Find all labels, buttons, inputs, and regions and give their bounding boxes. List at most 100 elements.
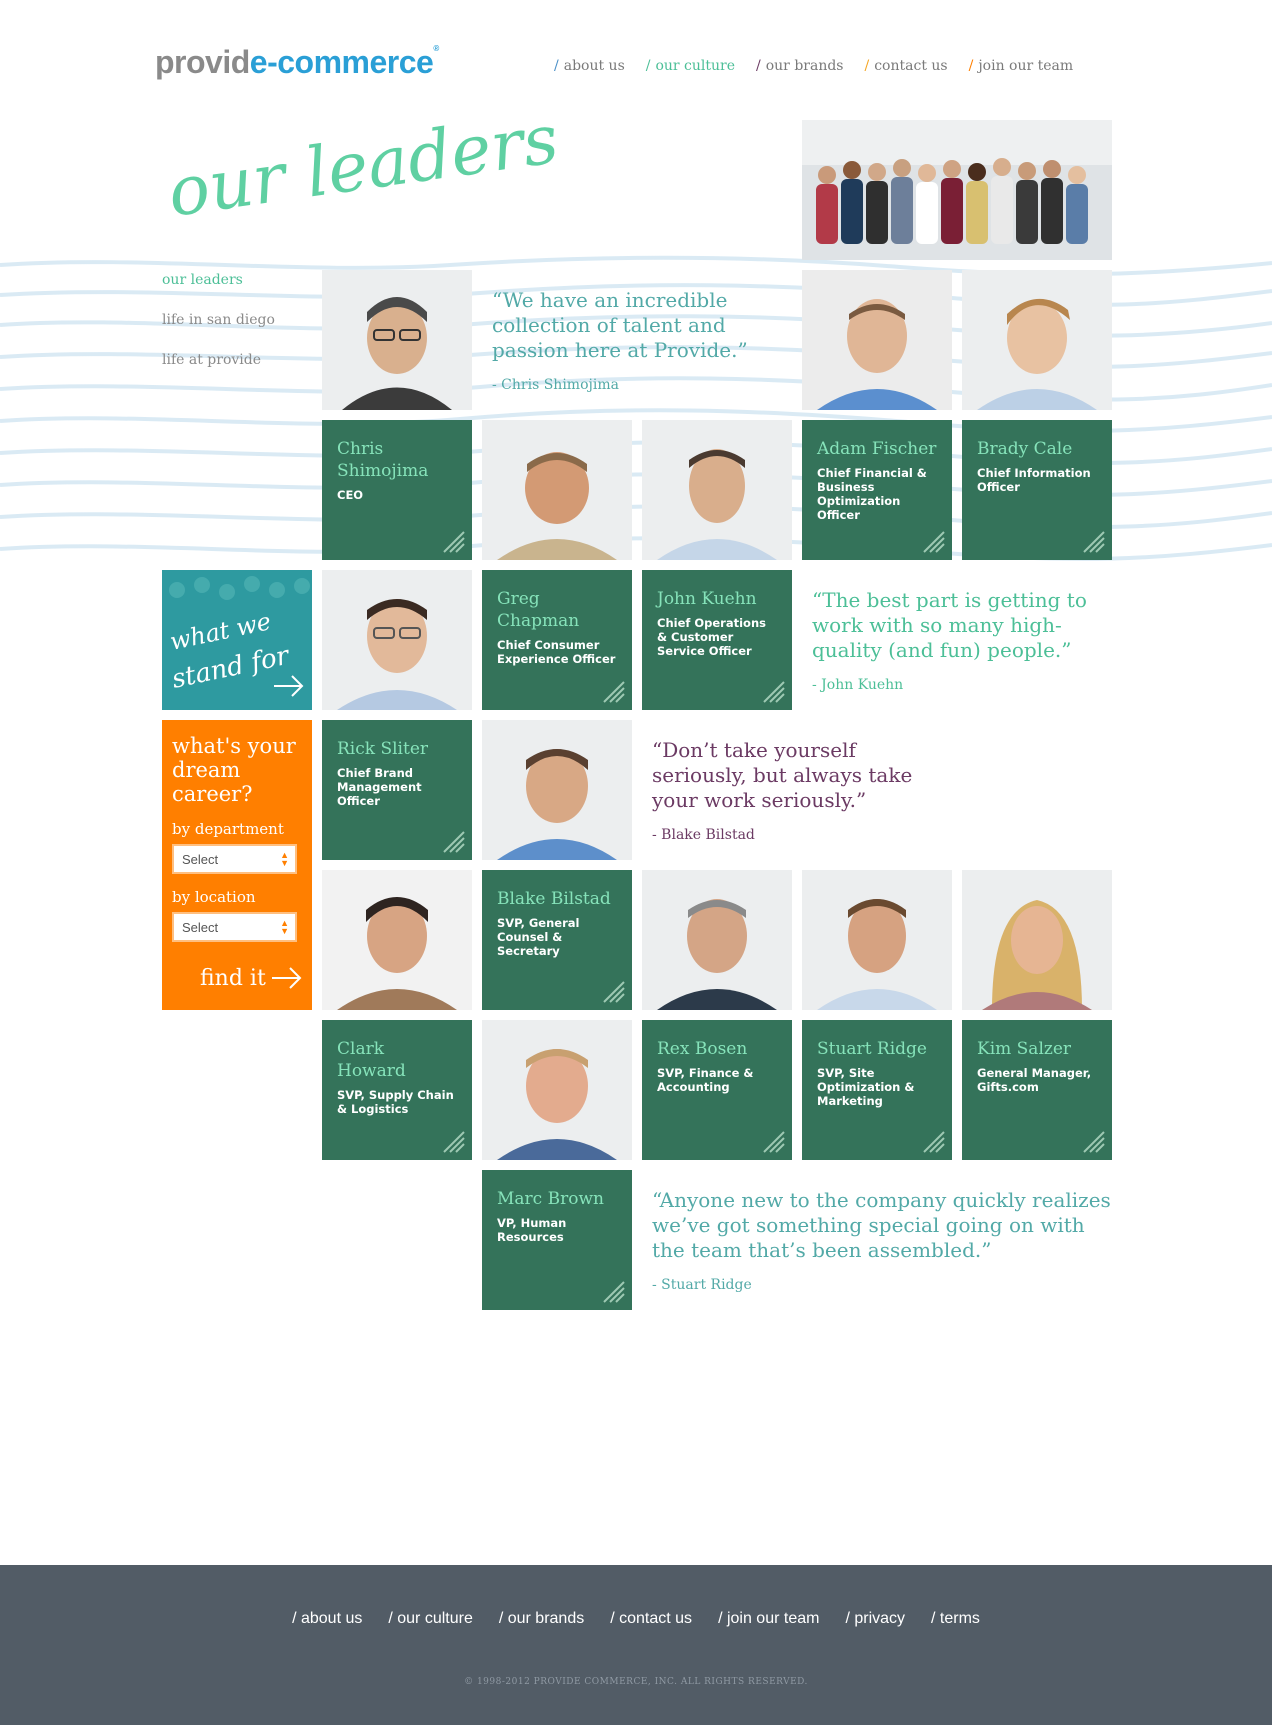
corner-stripes-icon <box>443 531 465 553</box>
leader-tile-john-kuehn[interactable]: John Kuehn Chief Operations & Customer S… <box>642 570 792 710</box>
photo-marc-brown[interactable] <box>482 1020 632 1160</box>
logo-text-part2: e-commerce <box>249 44 434 80</box>
find-it-button[interactable]: find it <box>200 965 302 991</box>
select-arrows-icon: ▲ ▼ <box>280 850 289 868</box>
leader-tile-rick-sliter[interactable]: Rick Sliter Chief Brand Management Offic… <box>322 720 472 860</box>
photo-greg-chapman[interactable] <box>482 420 632 560</box>
footer-link-privacy[interactable]: / privacy <box>845 1610 905 1628</box>
career-title: what's your dream career? <box>172 734 296 806</box>
nav-slash: / <box>554 58 559 74</box>
corner-stripes-icon <box>443 831 465 853</box>
leader-title: Chief Operations & Customer Service Offi… <box>657 616 766 658</box>
sub-nav-life-at-provide[interactable]: life at provide <box>162 352 275 368</box>
leader-name: Brady Cale <box>977 439 1073 459</box>
leader-name: Blake Bilstad <box>497 889 611 909</box>
sub-nav-our-leaders[interactable]: our leaders <box>162 272 275 288</box>
photo-adam-fischer[interactable] <box>802 270 952 410</box>
leader-tile-kim-salzer[interactable]: Kim Salzer General Manager, Gifts.com <box>962 1020 1112 1160</box>
photo-chris-shimojima[interactable] <box>322 270 472 410</box>
copyright: © 1998-2012 PROVIDE COMMERCE, INC. ALL R… <box>464 1677 808 1687</box>
photo-clark-howard[interactable] <box>322 870 472 1010</box>
nav-label: join our team <box>978 58 1074 74</box>
leader-name: Marc Brown <box>497 1189 604 1209</box>
quote-text: “The best part is getting to work with s… <box>812 588 1087 662</box>
quote-author: - Chris Shimojima <box>492 377 619 393</box>
photo-brady-cale[interactable] <box>962 270 1112 410</box>
leader-tile-chris-shimojima[interactable]: Chris Shimojima CEO <box>322 420 472 560</box>
nav-slash: / <box>756 58 761 74</box>
corner-stripes-icon <box>763 1131 785 1153</box>
leader-title: SVP, Site Optimization & Marketing <box>817 1066 915 1108</box>
footer-nav: / about us / our culture / our brands / … <box>0 1610 1272 1628</box>
find-it-label: find it <box>200 965 266 991</box>
location-label: by location <box>172 888 256 906</box>
photo-greg-chapman-2[interactable] <box>322 570 472 710</box>
top-nav: / about us / our culture / our brands / cont… <box>554 58 1073 74</box>
sub-nav-life-in-san-diego[interactable]: life in san diego <box>162 312 275 328</box>
corner-stripes-icon <box>603 981 625 1003</box>
leader-tile-stuart-ridge[interactable]: Stuart Ridge SVP, Site Optimization & Ma… <box>802 1020 952 1160</box>
top-nav-our-culture[interactable]: / our culture <box>646 58 735 74</box>
select-arrows-icon: ▲ ▼ <box>280 918 289 936</box>
department-select[interactable]: Select ▲ ▼ <box>172 844 297 874</box>
leader-title: Chief Financial & Business Optimization … <box>817 466 927 522</box>
arrow-right-icon <box>271 967 302 989</box>
leader-title: SVP, Supply Chain & Logistics <box>337 1088 454 1116</box>
top-nav-about-us[interactable]: / about us <box>554 58 625 74</box>
corner-stripes-icon <box>923 531 945 553</box>
quote-author: - Stuart Ridge <box>652 1277 752 1293</box>
photo-stuart-ridge[interactable] <box>802 870 952 1010</box>
footer: / about us / our culture / our brands / … <box>0 1565 1272 1725</box>
footer-link-our-culture[interactable]: / our culture <box>388 1610 472 1628</box>
page-headline: our leaders <box>168 118 563 233</box>
photo-kim-salzer[interactable] <box>962 870 1112 1010</box>
footer-link-contact-us[interactable]: / contact us <box>610 1610 692 1628</box>
logo[interactable]: provide-commerce® <box>155 44 439 84</box>
corner-stripes-icon <box>603 681 625 703</box>
leader-tile-marc-brown[interactable]: Marc Brown VP, Human Resources <box>482 1170 632 1310</box>
leader-title: General Manager, Gifts.com <box>977 1066 1092 1094</box>
photo-blake-bilstad[interactable] <box>482 720 632 860</box>
leader-tile-brady-cale[interactable]: Brady Cale Chief Information Officer <box>962 420 1112 560</box>
leader-name: Rex Bosen <box>657 1039 748 1059</box>
leader-name: Rick Sliter <box>337 739 429 759</box>
nav-label: our brands <box>765 58 844 74</box>
leader-name: John Kuehn <box>657 589 757 609</box>
footer-link-about-us[interactable]: / about us <box>292 1610 362 1628</box>
leader-title: VP, Human Resources <box>497 1216 567 1244</box>
footer-link-our-brands[interactable]: / our brands <box>499 1610 584 1628</box>
location-select[interactable]: Select ▲ ▼ <box>172 912 297 942</box>
leader-title: Chief Brand Management Officer <box>337 766 422 808</box>
quote-author: - Blake Bilstad <box>652 827 755 843</box>
top-nav-our-brands[interactable]: / our brands <box>756 58 843 74</box>
corner-stripes-icon <box>763 681 785 703</box>
leader-name: Stuart Ridge <box>817 1039 927 1059</box>
top-nav-join-our-team[interactable]: / join our team <box>969 58 1074 74</box>
quote-text: “Don’t take yourself seriously, but alwa… <box>652 738 913 812</box>
footer-link-terms[interactable]: / terms <box>931 1610 980 1628</box>
footer-link-join-our-team[interactable]: / join our team <box>718 1610 819 1628</box>
top-nav-contact-us[interactable]: / contact us <box>865 58 948 74</box>
leader-tile-blake-bilstad[interactable]: Blake Bilstad SVP, General Counsel & Sec… <box>482 870 632 1010</box>
leader-tile-clark-howard[interactable]: Clark Howard SVP, Supply Chain & Logisti… <box>322 1020 472 1160</box>
logo-registered-mark: ® <box>433 44 439 53</box>
quote-blake-bilstad: “Don’t take yourself seriously, but alwa… <box>652 738 942 848</box>
leader-title: SVP, General Counsel & Secretary <box>497 916 580 958</box>
team-group-photo <box>802 120 1112 260</box>
corner-stripes-icon <box>1083 531 1105 553</box>
logo-text-part1: provid <box>155 44 250 80</box>
leader-title: Chief Consumer Experience Officer <box>497 638 616 666</box>
quote-text: “Anyone new to the company quickly reali… <box>652 1188 1111 1262</box>
quote-author: - John Kuehn <box>812 677 904 693</box>
leader-tile-greg-chapman[interactable]: Greg Chapman Chief Consumer Experience O… <box>482 570 632 710</box>
leader-tile-rex-bosen[interactable]: Rex Bosen SVP, Finance & Accounting <box>642 1020 792 1160</box>
leader-title: Chief Information Officer <box>977 466 1091 494</box>
quote-chris-shimojima: “We have an incredible collection of tal… <box>492 288 762 398</box>
department-label: by department <box>172 820 284 838</box>
photo-rex-bosen[interactable] <box>642 870 792 1010</box>
photo-john-kuehn[interactable] <box>642 420 792 560</box>
quote-text: “We have an incredible collection of tal… <box>492 288 748 362</box>
what-we-stand-for-tile[interactable]: what we stand for <box>162 570 312 710</box>
leader-name: Clark Howard <box>337 1039 406 1081</box>
leader-tile-adam-fischer[interactable]: Adam Fischer Chief Financial & Business … <box>802 420 952 560</box>
